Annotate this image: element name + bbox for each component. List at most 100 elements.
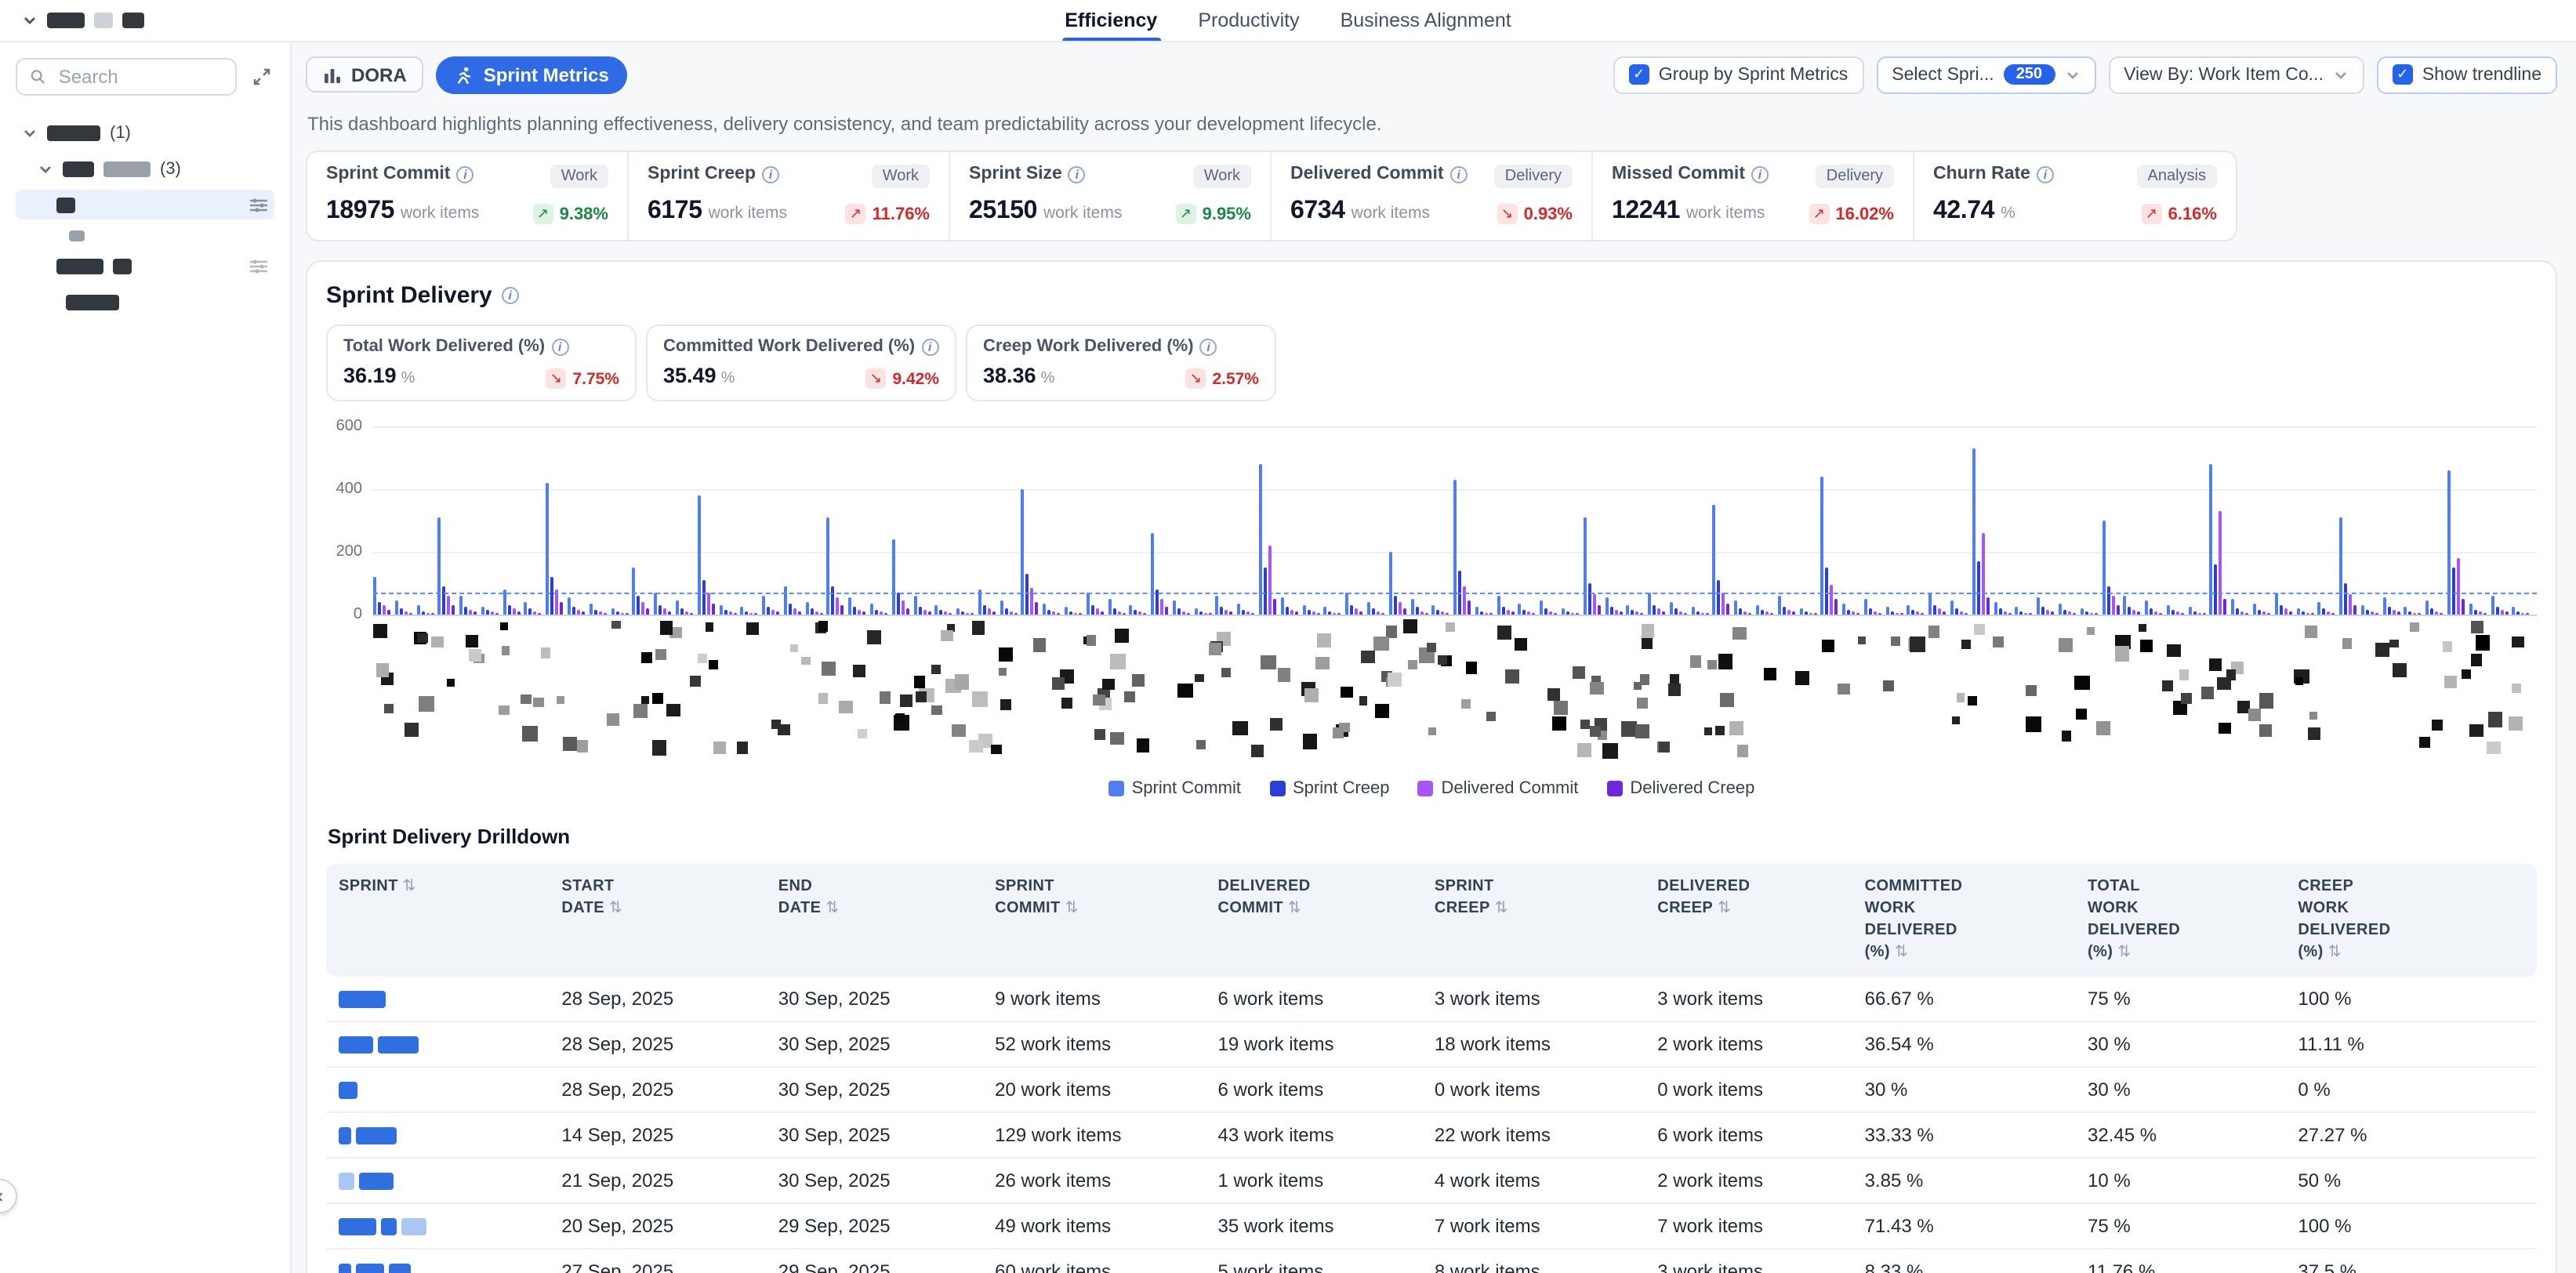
column-header-creep-work-delivered[interactable]: CREEPWORKDELIVERED(%)⇅ [2285,864,2537,977]
table-row[interactable]: 28 Sep, 202530 Sep, 202520 work items6 w… [326,1067,2537,1112]
column-header-sprint[interactable]: SPRINT⇅ [326,864,549,977]
info-icon[interactable] [2037,165,2054,183]
tree-item[interactable] [16,287,274,317]
column-header-sprint-commit[interactable]: SPRINTCOMMIT⇅ [982,864,1205,977]
bar [611,608,614,615]
sort-icon[interactable]: ⇅ [1495,900,1508,917]
column-header-sprint-creep[interactable]: SPRINTCREEP⇅ [1422,864,1645,977]
bar-group [1627,605,1644,615]
sprint-metrics-button[interactable]: Sprint Metrics [437,56,628,93]
sort-icon[interactable]: ⇅ [825,900,839,917]
bar [2059,604,2062,615]
redacted-axis-label [2163,680,2173,691]
redacted-axis-label [1428,727,1436,734]
table-row[interactable]: 27 Sep, 202529 Sep, 202560 work items5 w… [326,1249,2537,1273]
column-header-committed-work-delivered[interactable]: COMMITTEDWORKDELIVERED(%)⇅ [1852,864,2075,977]
bar [841,606,844,615]
redacted-axis-label [2059,639,2073,653]
redacted-axis-label [1634,724,1649,738]
sort-icon[interactable]: ⇅ [2328,944,2342,961]
show-trendline-checkbox[interactable]: Show trendline [2377,56,2557,93]
expand-sidebar-button[interactable] [249,64,274,89]
legend-item[interactable]: Sprint Creep [1269,779,1390,798]
group-by-sprint-metrics-checkbox[interactable]: Group by Sprint Metrics [1613,56,1864,93]
tree-item[interactable]: (3) [16,154,274,183]
redacted-axis-label [2308,728,2320,740]
column-header-total-work-delivered[interactable]: TOTALWORKDELIVERED(%)⇅ [2075,864,2285,977]
column-header-start-date[interactable]: STARTDATE⇅ [549,864,765,977]
stat-card-title: Total Work Delivered (%) [343,337,545,356]
bar [507,605,510,615]
info-icon[interactable] [762,165,779,183]
table-row[interactable]: 21 Sep, 202530 Sep, 202526 work items1 w… [326,1158,2537,1203]
tree-item[interactable] [16,226,274,245]
info-icon[interactable] [551,338,568,355]
column-header-delivered-creep[interactable]: DELIVEREDCREEP⇅ [1645,864,1852,977]
bar [2111,596,2114,615]
bar-group [395,600,412,615]
bar [1544,608,1547,615]
redacted-axis-label [1602,743,1618,759]
sort-icon[interactable]: ⇅ [1065,900,1079,917]
bar [1096,609,1099,615]
redacted-org-name [122,13,144,28]
search-input[interactable] [56,64,223,89]
redacted-axis-label [2226,670,2237,680]
select-sprints-dropdown[interactable]: Select Spri... 250 [1876,56,2095,93]
legend-item[interactable]: Delivered Commit [1418,779,1579,798]
tab-business-alignment[interactable]: Business Alignment [1341,0,1511,41]
y-axis-tick-label: 400 [336,481,362,498]
column-header-end-date[interactable]: ENDDATE⇅ [766,864,982,977]
redacted-axis-label [2476,636,2490,650]
bar [2349,594,2352,615]
redacted-label [63,161,94,176]
table-row[interactable]: 28 Sep, 202530 Sep, 20259 work items6 wo… [326,977,2537,1021]
info-icon[interactable] [456,165,473,183]
bar-group [1950,600,1968,615]
info-icon[interactable] [502,287,519,304]
tree-item[interactable]: (1) [16,118,274,147]
view-by-dropdown[interactable]: View By: Work Item Co... [2108,56,2364,93]
tab-efficiency[interactable]: Efficiency [1065,0,1157,41]
sliders-icon[interactable] [249,258,268,274]
sliders-icon[interactable] [249,197,268,212]
table-row[interactable]: 28 Sep, 202530 Sep, 202552 work items19 … [326,1021,2537,1067]
table-cell: 30 Sep, 2025 [766,977,982,1021]
table-row[interactable]: 20 Sep, 202529 Sep, 202549 work items35 … [326,1203,2537,1249]
info-icon[interactable] [1068,165,1086,183]
bar [1324,607,1327,615]
bar [1026,574,1029,615]
bar [1588,583,1591,615]
column-header-delivered-commit[interactable]: DELIVEREDCOMMIT⇅ [1206,864,1422,977]
show-trendline-label: Show trendline [2422,65,2542,84]
sort-icon[interactable]: ⇅ [1718,900,1731,917]
trend-value: 0.93% [1524,205,1573,223]
sort-icon[interactable]: ⇅ [2117,944,2131,961]
bar-group [1151,533,1168,615]
dora-button[interactable]: DORA [306,56,424,92]
tree-item-selected[interactable] [16,190,274,219]
bar [2145,600,2148,615]
sort-icon[interactable]: ⇅ [403,878,416,895]
tree-item[interactable] [16,251,274,281]
sort-icon[interactable]: ⇅ [1895,944,1908,961]
metric-value: 6734 [1290,198,1345,226]
metric-card: Sprint CreepWork6175work items↗11.76% [629,152,950,240]
redacted-axis-label [1302,734,1317,749]
sort-icon[interactable]: ⇅ [609,900,622,917]
tab-productivity[interactable]: Productivity [1198,0,1299,41]
workspace-switcher[interactable] [22,13,144,28]
bar [2037,597,2040,615]
bar-group [1734,600,1751,615]
legend-item[interactable]: Delivered Creep [1606,779,1754,798]
bar [1398,602,1401,615]
redacted-axis-label [1305,688,1319,702]
search-box[interactable] [16,58,237,96]
info-icon[interactable] [1751,165,1769,183]
info-icon[interactable] [1200,338,1217,355]
sort-icon[interactable]: ⇅ [1288,900,1301,917]
legend-item[interactable]: Sprint Commit [1108,779,1241,798]
info-icon[interactable] [921,338,938,355]
info-icon[interactable] [1450,165,1468,183]
table-row[interactable]: 14 Sep, 202530 Sep, 2025129 work items43… [326,1112,2537,1158]
